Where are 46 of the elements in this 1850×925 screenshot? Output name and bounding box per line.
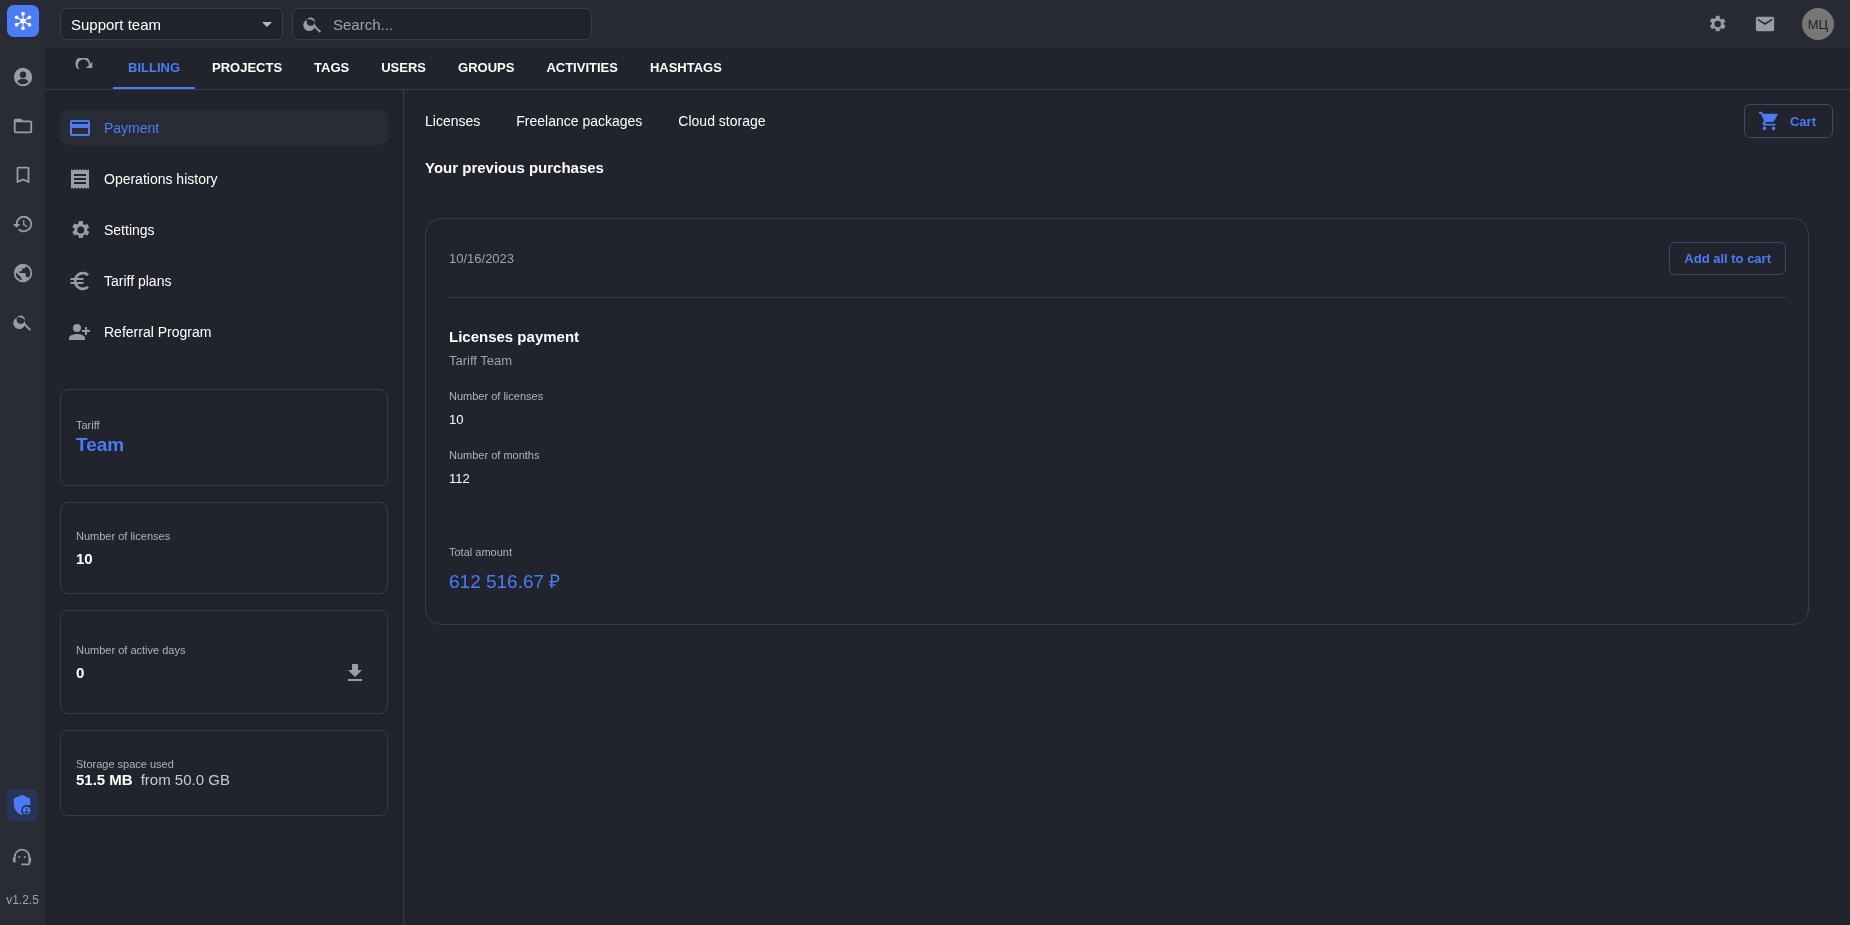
stat-label: Tariff [76, 419, 101, 431]
stat-label: Storage space used [76, 758, 175, 770]
receipt-icon [68, 166, 92, 191]
tab[interactable]: ACTIVITIES [531, 48, 633, 89]
shield-user-icon[interactable] [6, 789, 39, 821]
field-label: Number of months [449, 449, 541, 461]
search-field[interactable]: Search... [292, 8, 592, 40]
stat-label: Number of active days [76, 643, 187, 656]
subtab[interactable]: Licenses [425, 113, 481, 129]
stat-value: 0 [76, 663, 85, 681]
tariff-value: Team [76, 434, 125, 456]
tab[interactable]: GROUPS [443, 48, 530, 89]
total-label: Total amount [449, 546, 513, 558]
menu-item[interactable]: Referral Program [60, 314, 388, 349]
tab[interactable]: PROJECTS [197, 48, 298, 89]
tab[interactable]: TAGS [299, 48, 365, 89]
total-amount: 612 516.67 ₽ [449, 570, 562, 594]
version-label: v1.2.5 [6, 893, 39, 907]
field-value: 10 [449, 412, 465, 427]
subtab[interactable]: Cloud storage [678, 113, 766, 129]
subtab[interactable]: Freelance packages [516, 113, 643, 129]
stat-label: Number of licenses [76, 529, 172, 542]
purchase-title: Licenses payment [449, 328, 581, 345]
stat-value: 10 [76, 549, 93, 567]
tab[interactable]: BILLING [113, 48, 195, 89]
field-label: Number of licenses [449, 390, 545, 402]
tab[interactable]: USERS [366, 48, 442, 89]
menu-item[interactable]: Operations history [60, 161, 388, 196]
menu-item[interactable]: Settings [60, 212, 388, 247]
stat-value: 51.5 MB [76, 771, 133, 788]
cart-button[interactable]: Cart [1744, 104, 1833, 138]
stat-limit: from 50.0 GB [140, 771, 230, 788]
download-icon[interactable] [348, 663, 362, 681]
menu-item[interactable]: Payment [60, 110, 388, 145]
add-all-button[interactable]: Add all to cart [1669, 241, 1786, 275]
app-logo[interactable] [6, 5, 39, 37]
user-avatar[interactable]: МЦ [1802, 8, 1834, 40]
field-value: 112 [449, 471, 471, 486]
team-select[interactable]: Support team [60, 8, 283, 40]
menu-item[interactable]: Tariff plans [60, 263, 388, 298]
section-heading: Your previous purchases [425, 159, 605, 176]
cart-icon [1758, 110, 1780, 132]
caret-icon [262, 21, 272, 27]
purchase-subtitle: Tariff Team [449, 353, 514, 368]
purchase-date: 10/16/2023 [449, 250, 515, 266]
tab[interactable]: HASHTAGS [634, 48, 737, 89]
